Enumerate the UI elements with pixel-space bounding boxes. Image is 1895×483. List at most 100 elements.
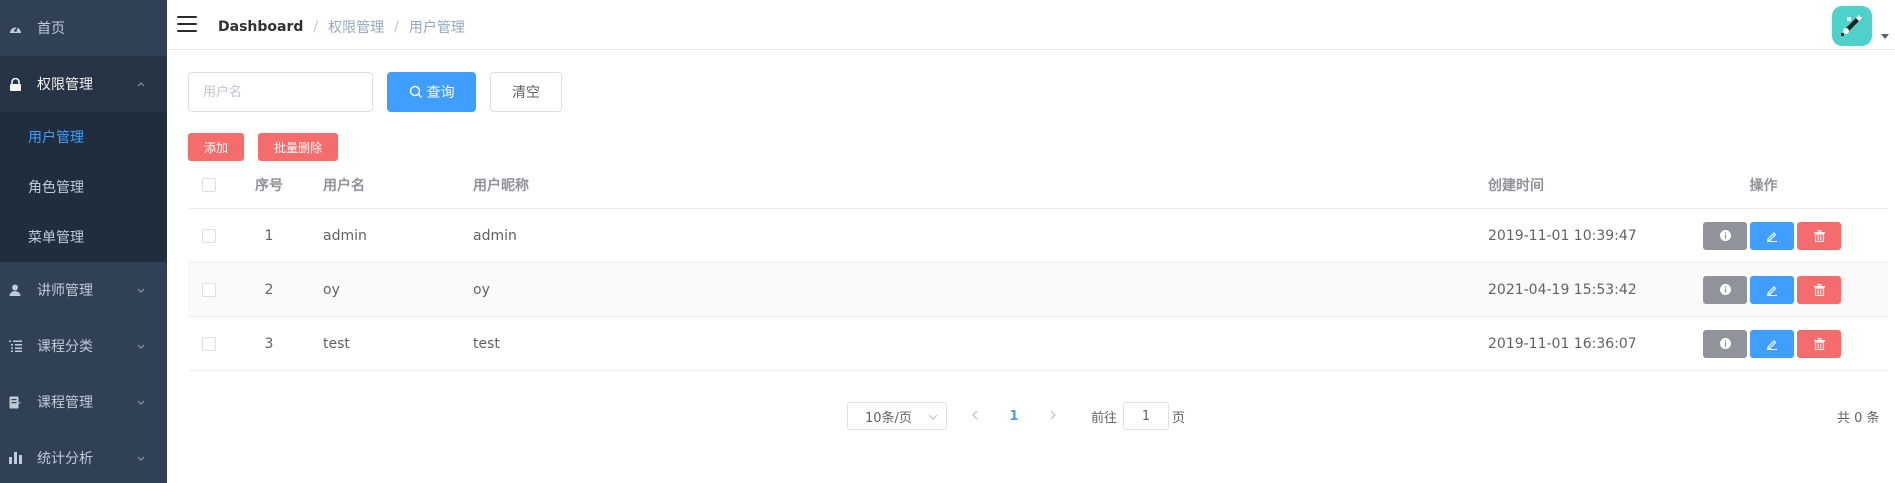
sidebar-item-label: 首页 <box>37 21 65 37</box>
sidebar-item-statistics[interactable]: 统计分析 <box>0 430 167 483</box>
sidebar-item-label: 课程管理 <box>37 395 93 411</box>
avatar[interactable] <box>1832 6 1872 46</box>
hamburger-menu-icon[interactable] <box>177 16 197 32</box>
add-button[interactable]: 添加 <box>188 133 244 161</box>
table-row: 1 admin admin 2019-11-01 10:39:47 <box>188 209 1888 263</box>
page-size-select[interactable]: 10条/页 <box>847 402 947 430</box>
row-checkbox[interactable] <box>202 336 216 351</box>
row-nickname: oy <box>473 281 490 298</box>
edit-icon <box>1767 231 1777 242</box>
row-created: 2019-11-01 10:39:47 <box>1488 227 1637 244</box>
page-suffix-label: 页 <box>1172 411 1186 426</box>
navbar: Dashboard / 权限管理 / 用户管理 <box>167 0 1895 50</box>
info-icon <box>1719 284 1731 295</box>
sidebar-item-course-categories[interactable]: 课程分类 <box>0 318 167 374</box>
submenu-permissions: 用户管理 角色管理 菜单管理 <box>0 112 167 262</box>
sidebar-subitem-label: 用户管理 <box>28 130 84 146</box>
sidebar-item-label: 讲师管理 <box>37 283 93 299</box>
edit-icon <box>1767 285 1777 296</box>
chevron-down-icon <box>928 414 938 420</box>
app-root: 首页 权限管理 用户管理 角色管理 菜单管理 讲师管理 课程分类 课程管理 统计… <box>0 0 1895 483</box>
user-icon <box>8 283 22 297</box>
edit-button[interactable] <box>1750 329 1794 358</box>
search-icon <box>409 85 422 98</box>
table-row: 3 test test 2019-11-01 16:36:07 <box>188 317 1888 371</box>
goto-page-input[interactable] <box>1123 402 1169 430</box>
caret-down-icon[interactable] <box>1881 34 1889 40</box>
sidebar-item-label: 统计分析 <box>37 451 93 467</box>
sidebar-item-permissions[interactable]: 权限管理 <box>0 56 167 112</box>
sidebar-item-courses[interactable]: 课程管理 <box>0 374 167 430</box>
chevron-up-icon <box>137 82 145 87</box>
breadcrumb-separator: / <box>313 19 319 35</box>
breadcrumb: Dashboard / 权限管理 / 用户管理 <box>218 17 465 37</box>
trash-icon <box>1813 337 1825 350</box>
clear-button-label: 清空 <box>512 85 540 101</box>
row-nickname: admin <box>473 227 517 244</box>
chevron-down-icon <box>137 288 145 293</box>
column-header-nickname: 用户昵称 <box>473 177 529 194</box>
total-count: 共 0 条 <box>1837 411 1880 426</box>
row-username: test <box>323 335 350 352</box>
select-all-checkbox[interactable] <box>202 177 216 192</box>
info-icon <box>1719 338 1731 349</box>
sidebar-item-roles[interactable]: 角色管理 <box>0 162 167 212</box>
page-number-current[interactable]: 1 <box>1003 402 1025 430</box>
row-created: 2021-04-19 15:53:42 <box>1488 281 1637 298</box>
sidebar-item-menus[interactable]: 菜单管理 <box>0 212 167 262</box>
info-button[interactable] <box>1703 275 1747 304</box>
sidebar-item-users[interactable]: 用户管理 <box>0 112 167 162</box>
row-index: 3 <box>264 335 274 352</box>
query-button-label: 查询 <box>426 85 455 101</box>
delete-button[interactable] <box>1797 275 1841 304</box>
row-username: oy <box>323 281 340 298</box>
breadcrumb-item-users: 用户管理 <box>408 20 465 36</box>
sidebar-item-teachers[interactable]: 讲师管理 <box>0 262 167 318</box>
breadcrumb-item-dashboard[interactable]: Dashboard <box>218 19 303 35</box>
sidebar: 首页 权限管理 用户管理 角色管理 菜单管理 讲师管理 课程分类 课程管理 统计… <box>0 0 167 483</box>
clear-button[interactable]: 清空 <box>490 72 562 112</box>
breadcrumb-separator: / <box>394 19 399 35</box>
page-size-value: 10条/页 <box>865 410 912 426</box>
edit-button[interactable] <box>1750 221 1794 250</box>
row-checkbox-cell <box>202 263 216 316</box>
row-nickname: test <box>473 335 500 352</box>
row-checkbox[interactable] <box>202 228 216 243</box>
delete-button[interactable] <box>1797 329 1841 358</box>
batch-delete-button[interactable]: 批量删除 <box>258 133 338 161</box>
sidebar-item-label: 权限管理 <box>37 77 93 93</box>
next-page-icon[interactable] <box>1046 408 1060 422</box>
column-header-actions: 操作 <box>1749 177 1778 194</box>
breadcrumb-item-permissions: 权限管理 <box>328 20 385 36</box>
sidebar-item-label: 课程分类 <box>37 339 93 355</box>
add-button-label: 添加 <box>203 140 228 155</box>
document-icon <box>8 395 22 409</box>
goto-label: 前往 <box>1091 411 1118 426</box>
batch-delete-button-label: 批量删除 <box>273 140 322 155</box>
sidebar-item-home[interactable]: 首页 <box>0 0 167 56</box>
chevron-down-icon <box>137 400 145 405</box>
column-header-username: 用户名 <box>323 177 365 194</box>
trash-icon <box>1813 283 1825 296</box>
bar-chart-icon <box>8 451 22 465</box>
username-search-input[interactable] <box>188 72 373 112</box>
query-button[interactable]: 查询 <box>387 72 476 112</box>
edit-icon <box>1767 339 1777 350</box>
dashboard-icon <box>8 21 22 35</box>
info-button[interactable] <box>1703 221 1747 250</box>
row-checkbox[interactable] <box>202 282 216 297</box>
table-header: 序号 用户名 用户昵称 创建时间 操作 <box>188 161 1888 209</box>
edit-button[interactable] <box>1750 275 1794 304</box>
row-checkbox-cell <box>202 209 216 262</box>
column-header-index: 序号 <box>255 177 283 194</box>
info-button[interactable] <box>1703 329 1747 358</box>
chevron-down-icon <box>137 344 145 349</box>
row-username: admin <box>323 227 367 244</box>
info-icon <box>1719 230 1731 241</box>
table-row: 2 oy oy 2021-04-19 15:53:42 <box>188 263 1888 317</box>
prev-page-icon[interactable] <box>968 408 982 422</box>
avatar-image-icon <box>1841 15 1862 36</box>
list-icon <box>8 339 22 353</box>
row-checkbox-cell <box>202 317 216 370</box>
delete-button[interactable] <box>1797 221 1841 250</box>
